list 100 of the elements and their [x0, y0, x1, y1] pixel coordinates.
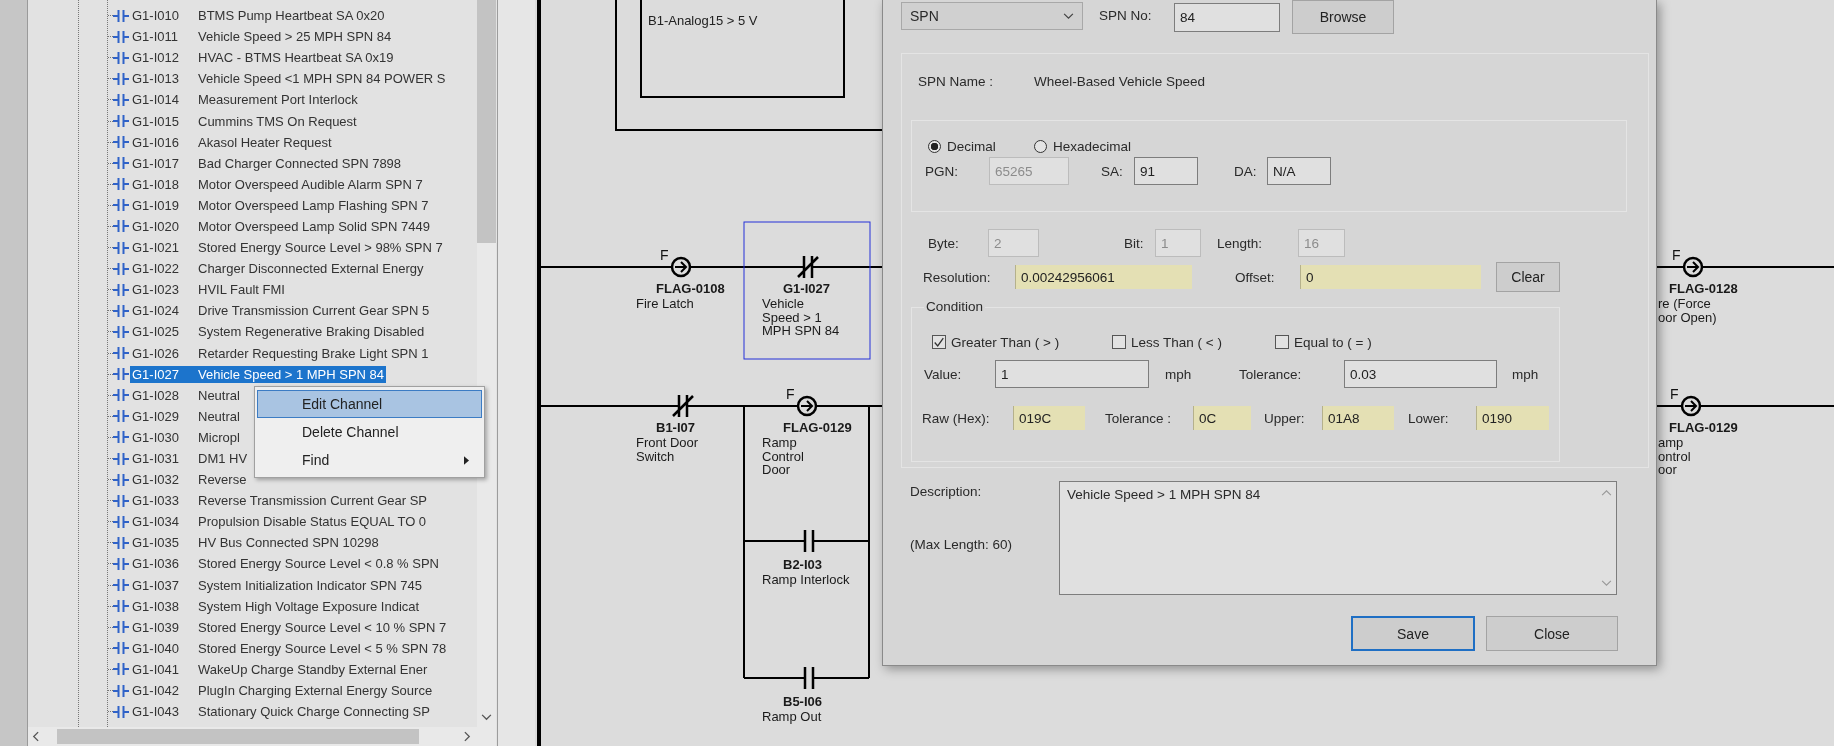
element-description: re (Force oor Open)	[1658, 297, 1717, 324]
tree-item[interactable]: G1-I033 Reverse Transmission Current Gear SP	[130, 492, 430, 510]
chevron-left-icon[interactable]	[32, 731, 39, 742]
radio-label[interactable]: Decimal	[947, 138, 996, 154]
tree-item[interactable]: G1-I034 Propulsion Disable Status EQUAL TO 0	[130, 513, 429, 531]
tree-item[interactable]: G1-I035 HV Bus Connected SPN 10298	[130, 534, 381, 552]
tree-item[interactable]: G1-I010 BTMS Pump Heartbeat SA 0x20	[130, 7, 387, 25]
checkbox-label[interactable]: Greater Than ( > )	[951, 334, 1060, 350]
tree-item[interactable]: G1-I029 Neutral	[130, 407, 242, 425]
input-field[interactable]: 0190	[1476, 406, 1549, 430]
contact-icon	[113, 71, 129, 86]
tree-item[interactable]: G1-I026 Retarder Requesting Brake Light SPN 1	[130, 344, 431, 362]
menu-item[interactable]: Delete Channel	[257, 418, 482, 446]
contact-icon	[113, 367, 129, 382]
tree-item[interactable]: G1-I015 Cummins TMS On Request	[130, 112, 359, 130]
checkbox-label[interactable]: Less Than ( < )	[1131, 334, 1222, 350]
tree-item[interactable]: G1-I042 PlugIn Charging External Energy Source	[130, 682, 435, 700]
clear-button[interactable]: Clear	[1496, 262, 1560, 292]
checkbox-label[interactable]: Equal to ( = )	[1294, 334, 1372, 350]
tree-item[interactable]: G1-I027 Vehicle Speed > 1 MPH SPN 84	[130, 365, 387, 383]
tree-item[interactable]: G1-I030 Micropl	[130, 428, 242, 446]
tree-item[interactable]: G1-I031 DM1 HV	[130, 450, 250, 467]
open-contact-symbol[interactable]	[803, 528, 815, 554]
tree-item[interactable]: G1-I036 Stored Energy Source Level < 0.8 % SPN	[130, 555, 441, 573]
tree-item[interactable]: G1-I019 Motor Overspeed Lamp Flashing SPN 7	[130, 196, 431, 214]
horizontal-scrollbar[interactable]	[28, 727, 496, 746]
checkbox[interactable]	[1112, 335, 1126, 349]
close-button[interactable]: Close	[1486, 616, 1618, 651]
tree-item[interactable]: G1-I024 Drive Transmission Current Gear SPN 5	[130, 302, 432, 320]
tree-item[interactable]: G1-I032 Reverse	[130, 471, 249, 489]
input-field[interactable]: N/A	[1267, 157, 1331, 185]
input-field[interactable]: 0.00242956061	[1015, 265, 1192, 289]
contact-icon	[113, 135, 129, 150]
tree-item[interactable]: G1-I043 Stationary Quick Charge Connecting SP	[130, 703, 432, 721]
radio-label[interactable]: Hexadecimal	[1053, 138, 1132, 154]
tree-item[interactable]: G1-I028 Neutral	[130, 386, 242, 404]
contact-icon	[113, 683, 129, 698]
tree-item[interactable]: G1-I022 Charger Disconnected External Energy	[130, 260, 426, 278]
description-field[interactable]: Vehicle Speed > 1 MPH SPN 84	[1059, 481, 1617, 595]
chevron-down-icon[interactable]	[481, 714, 492, 721]
contact-icon	[113, 92, 129, 107]
input-field[interactable]: 0	[1300, 265, 1481, 289]
tree-item[interactable]: G1-I021 Stored Energy Source Level > 98% SPN 7	[130, 239, 445, 257]
coil-symbol[interactable]	[796, 395, 818, 417]
tree-item[interactable]: G1-I016 Akasol Heater Request	[130, 133, 334, 151]
field-label: Bit:	[1124, 235, 1145, 251]
input-field[interactable]: 01A8	[1322, 406, 1394, 430]
tree-item[interactable]: G1-I037 System Initialization Indicator SPN 745	[130, 576, 424, 594]
chevron-right-icon[interactable]	[464, 731, 471, 742]
closed-contact-symbol[interactable]	[671, 393, 695, 419]
checkbox[interactable]	[932, 335, 946, 349]
element-tag: G1-I027	[783, 282, 830, 296]
save-button[interactable]: Save	[1351, 616, 1475, 651]
type-dropdown[interactable]: SPN	[901, 2, 1083, 30]
tree-item[interactable]: G1-I023 HVIL Fault FMI	[130, 281, 287, 299]
input-field[interactable]: 0.03	[1344, 360, 1497, 388]
open-contact-symbol[interactable]	[803, 665, 815, 691]
field-label: Length:	[1217, 235, 1264, 251]
tree-item[interactable]: G1-I017 Bad Charger Connected SPN 7898	[130, 154, 404, 172]
input-field[interactable]: 0C	[1193, 406, 1251, 430]
contact-icon	[113, 472, 129, 487]
menu-item[interactable]: Find	[257, 446, 482, 474]
input-field[interactable]: 91	[1134, 157, 1198, 185]
element-description: Ramp Interlock	[762, 573, 850, 587]
tree-item[interactable]: G1-I038 System High Voltage Exposure Indicat	[130, 597, 422, 615]
field-label: Lower:	[1408, 410, 1450, 426]
contact-icon	[113, 114, 129, 128]
vertical-scrollbar[interactable]	[477, 0, 496, 727]
menu-item[interactable]: Edit Channel	[257, 390, 482, 418]
tree-item[interactable]: G1-I018 Motor Overspeed Audible Alarm SPN 7	[130, 175, 425, 193]
tree-item[interactable]: G1-I039 Stored Energy Source Level < 10 % SPN 7	[130, 618, 449, 636]
contact-icon	[113, 282, 129, 297]
closed-contact-symbol[interactable]	[796, 254, 820, 280]
element-description: Fire Latch	[636, 297, 694, 311]
input-field[interactable]: 84	[1174, 3, 1280, 32]
tree-item[interactable]: G1-I020 Motor Overspeed Lamp Solid SPN 7449	[130, 218, 432, 235]
tree-item[interactable]: G1-I013 Vehicle Speed <1 MPH SPN 84 POWER S	[130, 70, 448, 88]
field-label: Byte:	[928, 235, 960, 251]
radio-button[interactable]	[1034, 139, 1047, 153]
input-field[interactable]: 019C	[1013, 406, 1085, 430]
element-description: amp ontrol oor	[1658, 436, 1691, 477]
tree-item[interactable]: G1-I040 Stored Energy Source Level < 5 % SPN 78	[130, 639, 449, 657]
coil-symbol[interactable]	[1680, 395, 1702, 417]
coil-symbol[interactable]	[1682, 256, 1704, 278]
tree-item[interactable]: G1-I025 System Regenerative Braking Disabled	[130, 323, 427, 341]
contact-icon	[113, 514, 129, 529]
element-tag: FLAG-0108	[656, 282, 725, 296]
tree-item[interactable]: G1-I014 Measurement Port Interlock	[130, 91, 360, 109]
coil-symbol[interactable]	[670, 256, 692, 278]
contact-icon	[113, 8, 129, 23]
tree-item[interactable]: G1-I012 HVAC - BTMS Heartbeat SA 0x19	[130, 49, 396, 67]
input-field[interactable]: 1	[995, 360, 1149, 388]
unit-label: mph	[1165, 366, 1193, 382]
tree-item[interactable]: G1-I041 WakeUp Charge Standby External Ener	[130, 660, 430, 678]
element-tag: FLAG-0128	[1669, 282, 1738, 296]
radio-button[interactable]	[928, 139, 941, 153]
checkbox[interactable]	[1275, 335, 1289, 349]
flag-letter: F	[660, 248, 669, 262]
browse-button[interactable]: Browse	[1292, 0, 1394, 34]
tree-item[interactable]: G1-I011 Vehicle Speed > 25 MPH SPN 84	[130, 28, 394, 46]
